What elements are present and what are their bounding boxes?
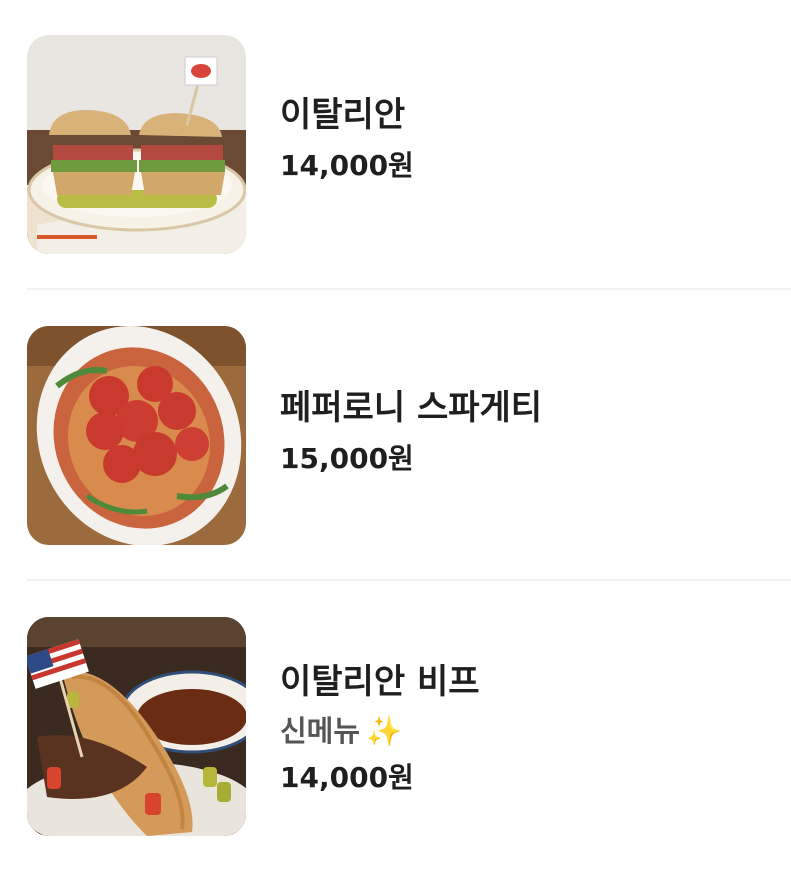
pepperoni-spaghetti-photo [27, 326, 246, 545]
menu-item-name: 이탈리안 비프 [280, 662, 480, 702]
menu-item-name: 이탈리안 [280, 95, 406, 135]
italian-beef-photo [27, 617, 246, 836]
menu-item-italian-beef[interactable]: 이탈리안 비프 신메뉴 ✨ 14,000원 [27, 617, 791, 837]
menu-item-price: 14,000원 [280, 761, 414, 794]
menu-item-pepperoni-spaghetti[interactable]: 페퍼로니 스파게티 15,000원 [27, 326, 791, 546]
new-menu-badge: 신메뉴 ✨ [280, 713, 480, 749]
menu-item-info: 페퍼로니 스파게티 15,000원 [280, 388, 542, 476]
menu-item-info: 이탈리안 14,000원 [280, 95, 414, 183]
menu-item-price: 14,000원 [280, 149, 414, 182]
new-menu-badge-label: 신메뉴 [280, 714, 361, 748]
sandwich-photo [27, 35, 246, 254]
divider [27, 579, 791, 581]
menu-item-name: 페퍼로니 스파게티 [280, 388, 543, 428]
menu-item-italian[interactable]: 이탈리안 14,000원 [27, 35, 791, 255]
sparkle-icon: ✨ [366, 714, 403, 748]
menu-item-price: 15,000원 [280, 442, 414, 475]
menu-item-info: 이탈리안 비프 신메뉴 ✨ 14,000원 [280, 662, 480, 795]
divider [27, 288, 791, 290]
